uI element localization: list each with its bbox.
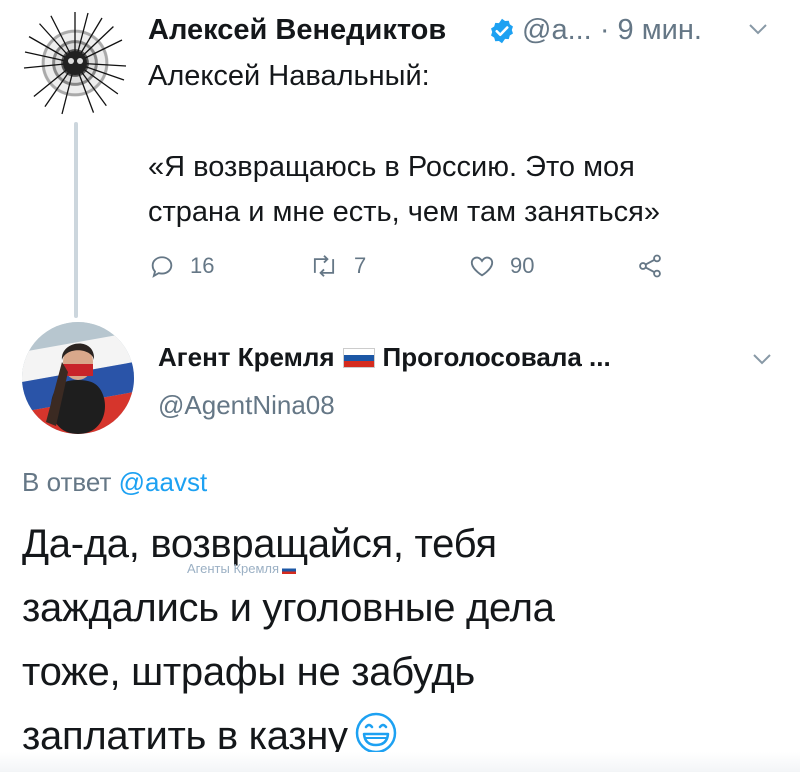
reply-count: 16: [190, 253, 215, 278]
replying-to: В ответ @aavst: [22, 467, 207, 498]
share-button[interactable]: [636, 246, 664, 286]
watermark: Агенты Кремля: [187, 561, 297, 576]
tweet-quote-line: «Я возвращаюсь в Россию. Это моя: [148, 151, 635, 183]
reply-body-line: тоже, штрафы не забудь: [22, 650, 475, 694]
reply-icon: [151, 256, 173, 278]
watermark-text: Агенты Кремля: [187, 561, 280, 576]
reply-body-line: заждались и уголовные дела: [22, 586, 555, 630]
chevron-down-icon[interactable]: [752, 352, 772, 366]
tweet-intro-text: Алексей Навальный:: [148, 60, 430, 92]
watermark-flag-icon: [282, 565, 297, 574]
reply-author-name-part2: Проголосовала ...: [382, 342, 611, 372]
russian-flag-icon: [342, 347, 375, 368]
reply-body: Да-да, возвращайся, тебя заждались и уго…: [22, 512, 555, 768]
replying-mention-link[interactable]: @aavst: [119, 467, 208, 497]
reply-author-name[interactable]: Агент Кремля Проголосовала ...: [158, 342, 611, 373]
bottom-edge: [0, 752, 800, 772]
avatar-image: [22, 322, 134, 434]
share-icon: [639, 254, 661, 278]
retweet-count: 7: [354, 253, 367, 278]
grinning-face-icon: [355, 712, 397, 754]
tweet-actions: 16 7 90: [148, 246, 708, 286]
avatar-reply-author[interactable]: [22, 322, 134, 434]
retweet-button[interactable]: 7: [308, 246, 366, 286]
tweet-time[interactable]: · 9 мин.: [600, 14, 702, 46]
retweet-icon: [313, 255, 335, 277]
like-button[interactable]: 90: [468, 246, 534, 286]
tweet-quote: «Я возвращаюсь в Россию. Это моя страна …: [148, 145, 660, 235]
tweet-handle-text: @а...: [522, 14, 592, 46]
replying-prefix: В ответ: [22, 467, 112, 497]
heart-icon: [470, 256, 494, 277]
reply-author-handle[interactable]: @AgentNina08: [158, 390, 335, 421]
tweet-author-name[interactable]: Алексей Венедиктов: [148, 14, 446, 47]
reply-author-name-part1: Агент Кремля: [158, 342, 335, 372]
verified-badge-icon: [491, 18, 513, 44]
avatar-author[interactable]: [22, 10, 128, 116]
tweet-quote-line: страна и мне есть, чем там заняться»: [148, 196, 660, 228]
thread-line: [74, 122, 78, 318]
tweet-author-handle[interactable]: @а... · 9 мин.: [522, 14, 702, 47]
avatar-image: [23, 12, 127, 115]
like-count: 90: [510, 253, 535, 278]
chevron-down-icon[interactable]: [748, 22, 768, 36]
reply-button[interactable]: 16: [148, 246, 214, 286]
